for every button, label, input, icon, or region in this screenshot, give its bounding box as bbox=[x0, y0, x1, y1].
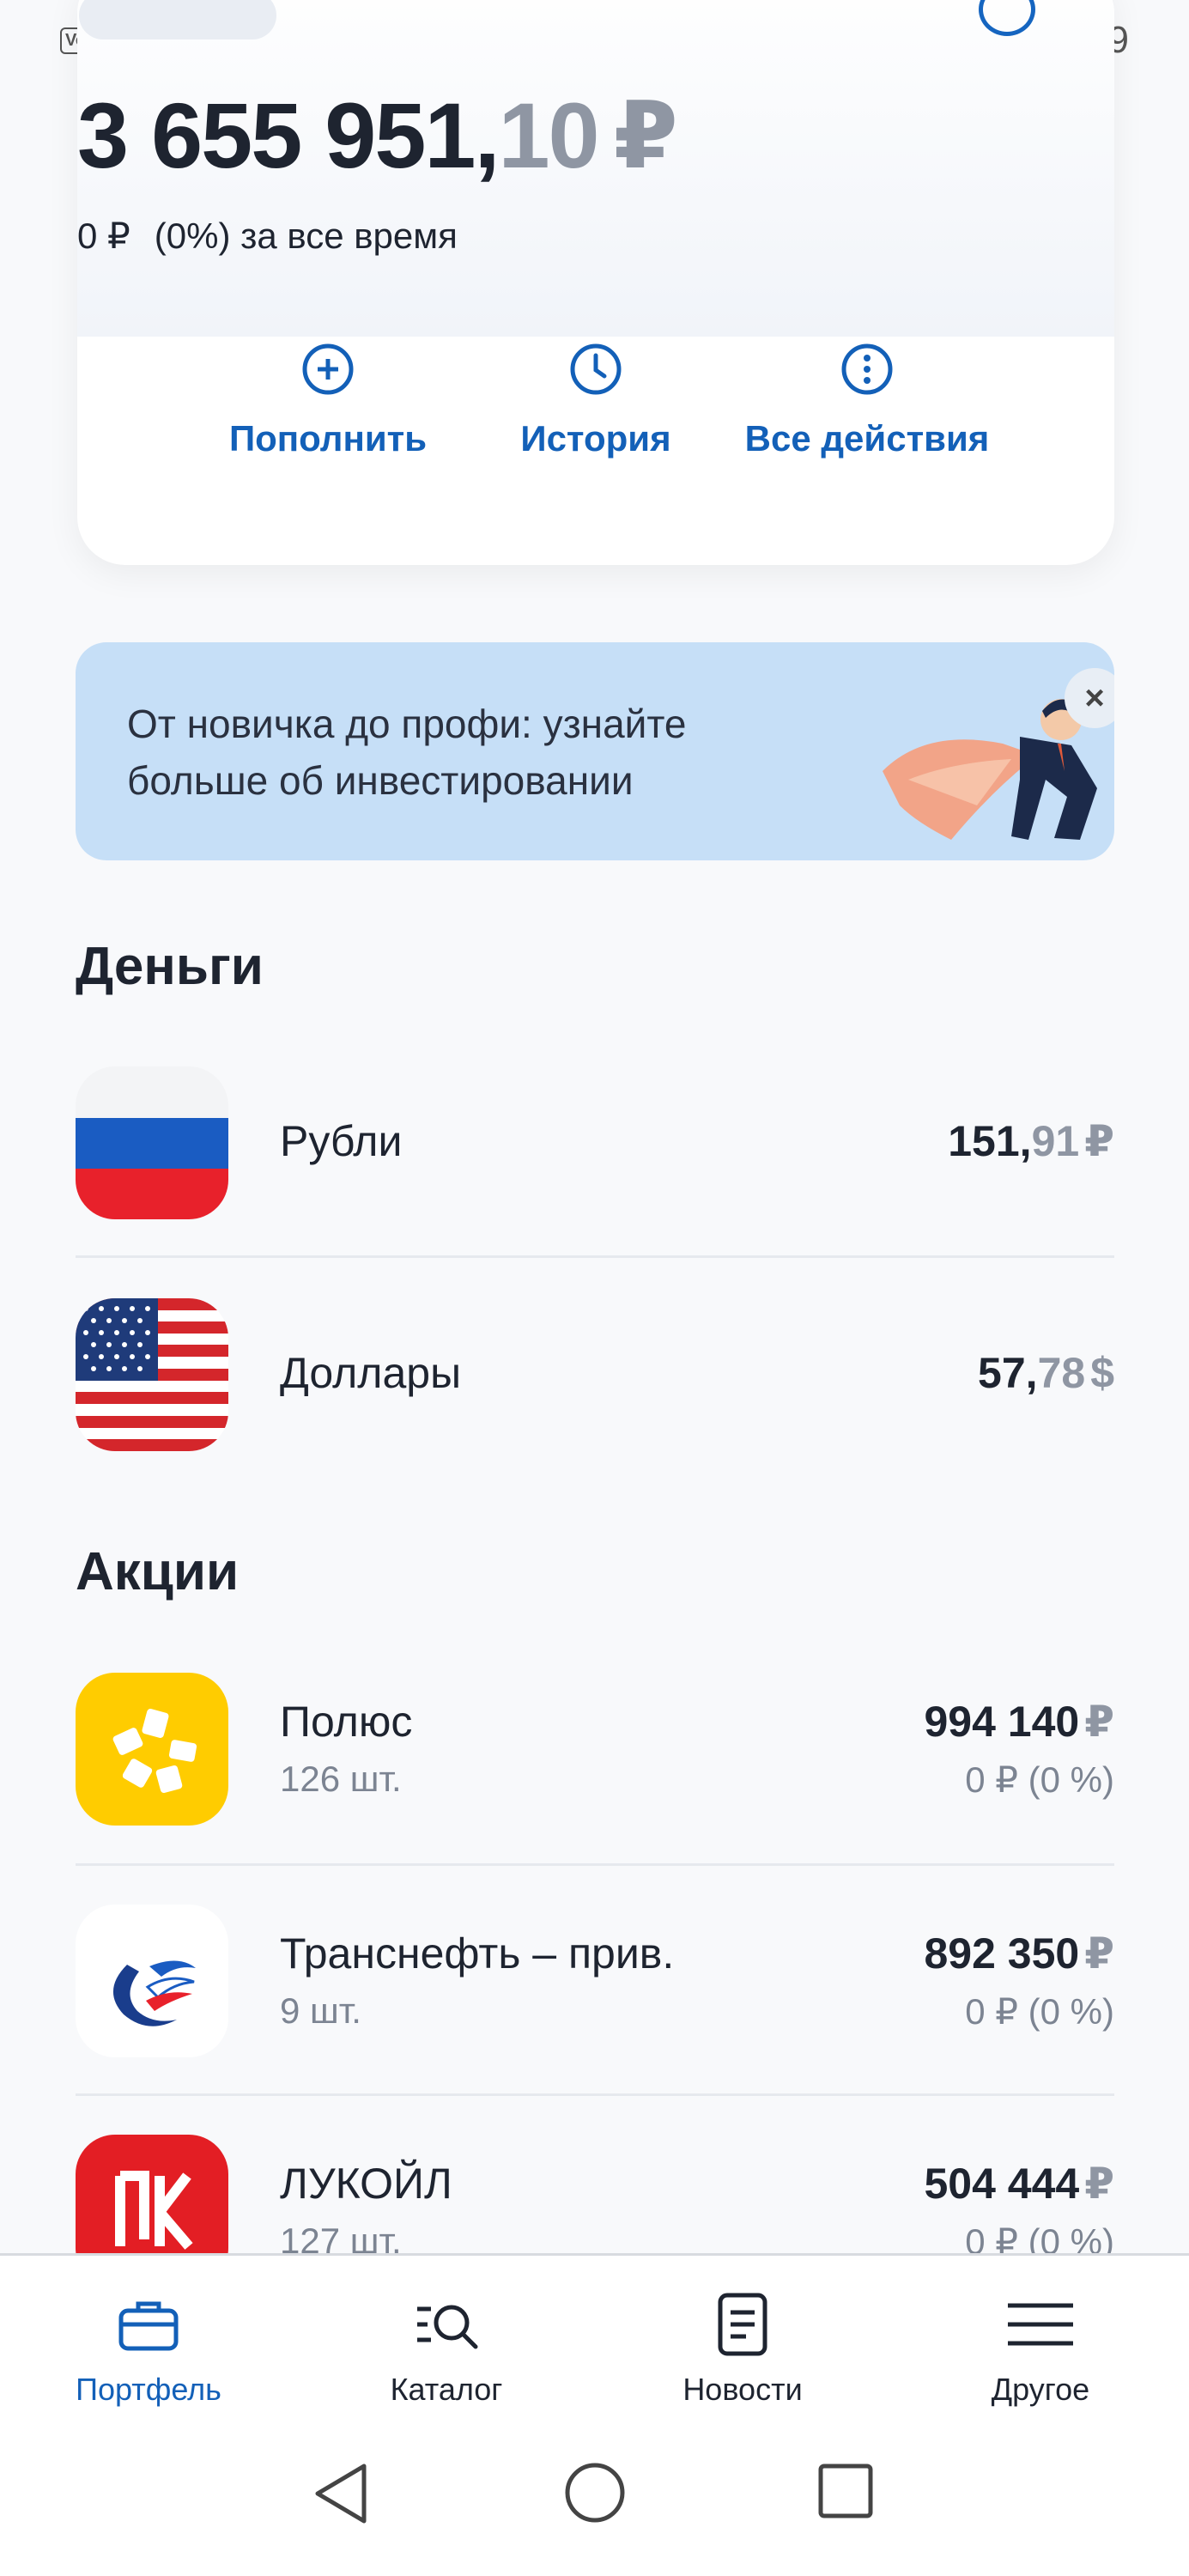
close-icon: × bbox=[1084, 678, 1105, 717]
total-main: 3 655 951, bbox=[77, 83, 500, 187]
usa-flag-icon bbox=[76, 1298, 228, 1451]
recents-icon[interactable] bbox=[817, 2463, 874, 2519]
stock-value-amount: 504 444 bbox=[924, 2160, 1080, 2208]
tab-portfolio[interactable]: Портфель bbox=[37, 2290, 260, 2408]
money-row-dollars[interactable]: Доллары 57,78 $ bbox=[76, 1298, 1114, 1453]
stock-qty: 126 шт. bbox=[280, 1759, 402, 1799]
divider bbox=[76, 1863, 1114, 1866]
total-currency: ₽ bbox=[613, 83, 678, 187]
portfolio-total: 3 655 951,10 ₽ bbox=[77, 82, 678, 190]
stock-currency: ₽ bbox=[1084, 1698, 1114, 1746]
transneft-logo-icon bbox=[76, 1905, 228, 2057]
money-section-title: Деньги bbox=[76, 937, 264, 996]
stock-value: 892 350 ₽ bbox=[924, 1929, 1114, 1978]
total-cents: 10 bbox=[498, 83, 599, 187]
change-value: 0 ₽ bbox=[77, 216, 130, 256]
back-icon[interactable] bbox=[311, 2461, 371, 2526]
stock-change: 0 ₽ (0 %) bbox=[965, 1759, 1114, 1800]
briefcase-icon bbox=[118, 2301, 179, 2351]
tab-news[interactable]: Новости bbox=[631, 2290, 854, 2408]
history-label: История bbox=[520, 418, 671, 459]
home-icon[interactable] bbox=[563, 2461, 627, 2524]
deposit-label: Пополнить bbox=[228, 418, 428, 459]
tab-label: Новости bbox=[682, 2372, 803, 2407]
money-currency: ₽ bbox=[1084, 1117, 1114, 1165]
more-vertical-icon bbox=[841, 343, 893, 395]
stock-value-amount: 892 350 bbox=[924, 1929, 1080, 1978]
money-value: 151,91 ₽ bbox=[948, 1116, 1114, 1166]
stock-value: 504 444 ₽ bbox=[924, 2159, 1114, 2208]
banner-text: От новичка до профи: узнайте больше об и… bbox=[127, 702, 687, 803]
stock-row-transneft[interactable]: Транснефть – прив. 9 шт. 892 350 ₽ 0 ₽ (0… bbox=[76, 1905, 1114, 2059]
plus-circle-icon bbox=[302, 343, 354, 395]
money-value-dec: 78 bbox=[1037, 1349, 1086, 1397]
stock-row-polyus[interactable]: Полюс 126 шт. 994 140 ₽ 0 ₽ (0 %) bbox=[76, 1673, 1114, 1827]
money-value: 57,78 $ bbox=[978, 1348, 1114, 1398]
divider bbox=[76, 2093, 1114, 2096]
stocks-section-title: Акции bbox=[76, 1542, 240, 1601]
stock-change: 0 ₽ (0 %) bbox=[965, 2221, 1114, 2253]
demo-account-chip[interactable] bbox=[79, 0, 276, 39]
catalog-search-icon bbox=[417, 2305, 478, 2349]
stock-currency: ₽ bbox=[1084, 1929, 1114, 1978]
tab-catalog[interactable]: Каталог bbox=[335, 2290, 558, 2408]
money-name: Рубли bbox=[280, 1117, 403, 1165]
stock-value: 994 140 ₽ bbox=[924, 1697, 1114, 1747]
all-actions-label: Все действия bbox=[744, 418, 990, 459]
stock-name: ЛУКОЙЛ bbox=[280, 2160, 452, 2208]
news-icon bbox=[718, 2293, 767, 2356]
stock-qty: 127 шт. bbox=[280, 2221, 402, 2253]
tab-other[interactable]: Другое bbox=[929, 2290, 1152, 2408]
divider bbox=[76, 1255, 1114, 1258]
education-banner[interactable]: От новичка до профи: узнайте больше об и… bbox=[76, 642, 1114, 860]
stock-change: 0 ₽ (0 %) bbox=[965, 1991, 1114, 2032]
polyus-logo-icon bbox=[76, 1673, 228, 1826]
tab-label: Портфель bbox=[76, 2372, 221, 2407]
money-row-rubles[interactable]: Рубли 151,91 ₽ bbox=[76, 1066, 1114, 1221]
stock-name: Полюс bbox=[280, 1698, 413, 1746]
stock-value-amount: 994 140 bbox=[924, 1698, 1080, 1746]
all-actions-button[interactable]: Все действия bbox=[713, 342, 1022, 459]
clock-icon bbox=[570, 343, 622, 395]
menu-icon bbox=[1008, 2303, 1073, 2346]
stock-row-lukoil[interactable]: ЛУКОЙЛ 127 шт. 504 444 ₽ 0 ₽ (0 %) bbox=[76, 2135, 1114, 2253]
lukoil-logo-icon bbox=[76, 2135, 228, 2253]
russia-flag-icon bbox=[76, 1066, 228, 1219]
deposit-button[interactable]: Пополнить bbox=[173, 342, 482, 459]
stock-name: Транснефть – прив. bbox=[280, 1929, 675, 1978]
history-button[interactable]: История bbox=[441, 342, 750, 459]
tab-label: Каталог bbox=[390, 2372, 503, 2407]
stock-currency: ₽ bbox=[1084, 2160, 1114, 2208]
money-name: Доллары bbox=[280, 1349, 462, 1397]
bottom-tab-bar: Портфель Каталог Новости Другое bbox=[0, 2253, 1189, 2419]
money-value-int: 151, bbox=[948, 1117, 1032, 1165]
portfolio-change: 0 ₽ (0%) за все время bbox=[77, 215, 482, 257]
system-nav-bar bbox=[0, 2416, 1189, 2576]
stock-qty: 9 шт. bbox=[280, 1990, 361, 2031]
change-text: (0%) за все время bbox=[154, 216, 458, 256]
money-value-dec: 91 bbox=[1031, 1117, 1080, 1165]
money-value-int: 57, bbox=[978, 1349, 1038, 1397]
money-currency: $ bbox=[1090, 1349, 1114, 1397]
tab-label: Другое bbox=[991, 2372, 1090, 2407]
